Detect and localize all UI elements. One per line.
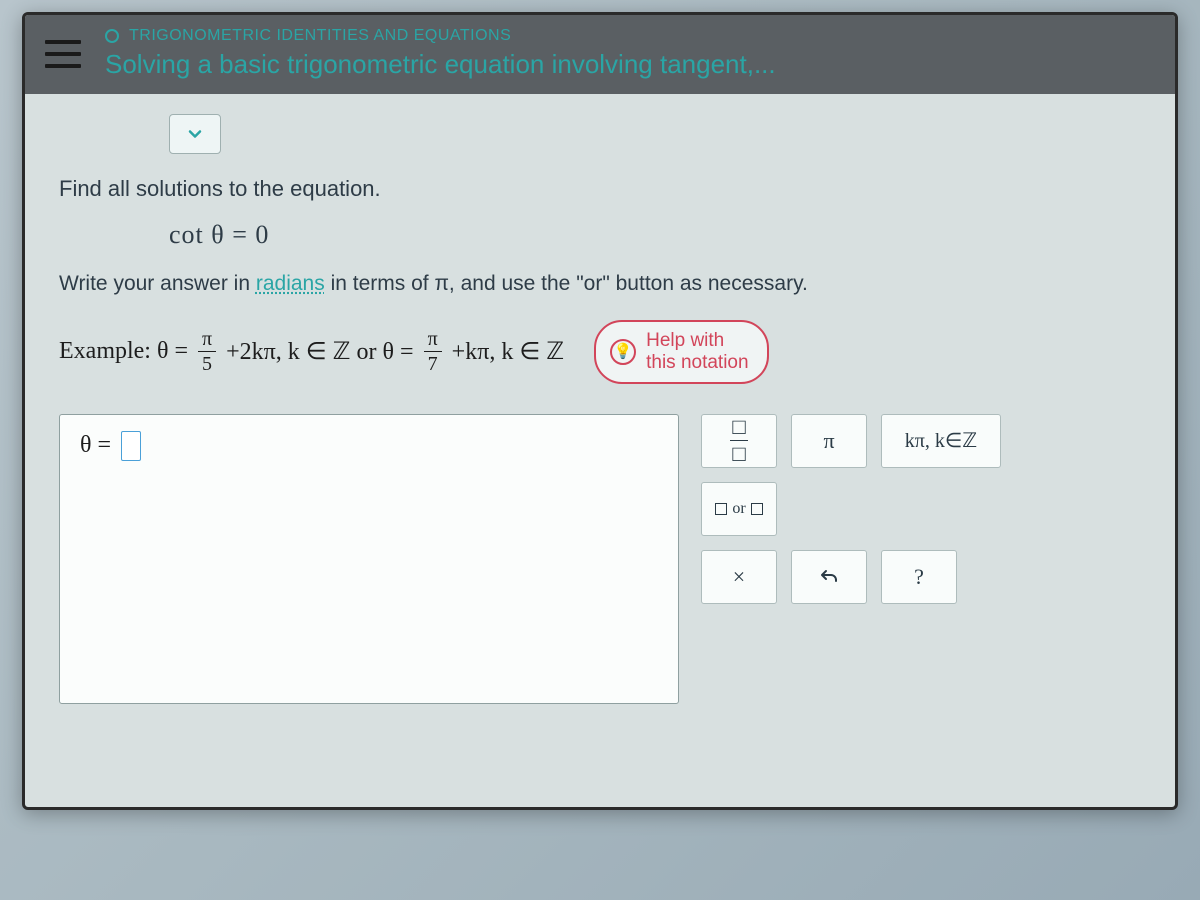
instruction-post: button as necessary. (610, 272, 808, 295)
help-notation-button[interactable]: 💡 Help with this notation (594, 320, 768, 384)
equation: cot θ = 0 (169, 220, 1141, 250)
undo-icon (817, 565, 841, 589)
or-button[interactable]: or (701, 482, 777, 536)
help-text: Help with this notation (646, 330, 748, 374)
fraction-icon: □ □ (730, 416, 747, 465)
box-icon (715, 503, 727, 515)
question-icon: ? (914, 564, 924, 590)
circle-icon (105, 29, 119, 43)
work-zone: θ = □ □ π kπ, k∈ℤ (59, 414, 1141, 704)
instruction: Write your answer in radians in terms of… (59, 272, 1141, 296)
example-expression: Example: θ = π 5 +2kπ, k ∈ ℤ or θ = π 7 … (59, 329, 564, 374)
instruction-mid: in terms of π, and use the (325, 272, 576, 295)
category-label: TRIGONOMETRIC IDENTITIES AND EQUATIONS (129, 27, 511, 45)
chevron-down-icon (185, 124, 205, 144)
topic-title: Solving a basic trigonometric equation i… (105, 49, 776, 80)
instruction-pre: Write your answer in (59, 272, 256, 295)
box-icon (751, 503, 763, 515)
prompt-text: Find all solutions to the equation. (59, 176, 1141, 202)
or-quoted: "or" (576, 272, 610, 295)
example-tail-1: +2kπ, k ∈ ℤ or θ = (226, 337, 413, 366)
radians-link[interactable]: radians (256, 272, 325, 295)
example-frac-1: π 5 (198, 329, 216, 374)
theta-equals: θ = (80, 432, 111, 459)
fraction-button[interactable]: □ □ (701, 414, 777, 468)
example-label: Example: θ = (59, 338, 188, 365)
kpi-button[interactable]: kπ, k∈ℤ (881, 414, 1001, 468)
answer-line: θ = (80, 431, 658, 461)
undo-button[interactable] (791, 550, 867, 604)
input-palette: □ □ π kπ, k∈ℤ or × (701, 414, 1001, 604)
lightbulb-icon: 💡 (610, 339, 636, 365)
close-icon: × (733, 564, 745, 590)
top-bar: TRIGONOMETRIC IDENTITIES AND EQUATIONS S… (25, 15, 1175, 94)
example-tail-2: +kπ, k ∈ ℤ (452, 337, 564, 366)
example-row: Example: θ = π 5 +2kπ, k ∈ ℤ or θ = π 7 … (59, 320, 1141, 384)
breadcrumb: TRIGONOMETRIC IDENTITIES AND EQUATIONS (105, 27, 776, 45)
menu-icon[interactable] (45, 40, 81, 68)
clear-button[interactable]: × (701, 550, 777, 604)
answer-area[interactable]: θ = (59, 414, 679, 704)
example-frac-2: π 7 (424, 329, 442, 374)
answer-input-slot[interactable] (121, 431, 141, 461)
help-button[interactable]: ? (881, 550, 957, 604)
expand-button[interactable] (169, 114, 221, 154)
pi-button[interactable]: π (791, 414, 867, 468)
content-area: Find all solutions to the equation. cot … (25, 94, 1175, 807)
app-window: TRIGONOMETRIC IDENTITIES AND EQUATIONS S… (22, 12, 1178, 810)
title-block: TRIGONOMETRIC IDENTITIES AND EQUATIONS S… (105, 27, 776, 80)
